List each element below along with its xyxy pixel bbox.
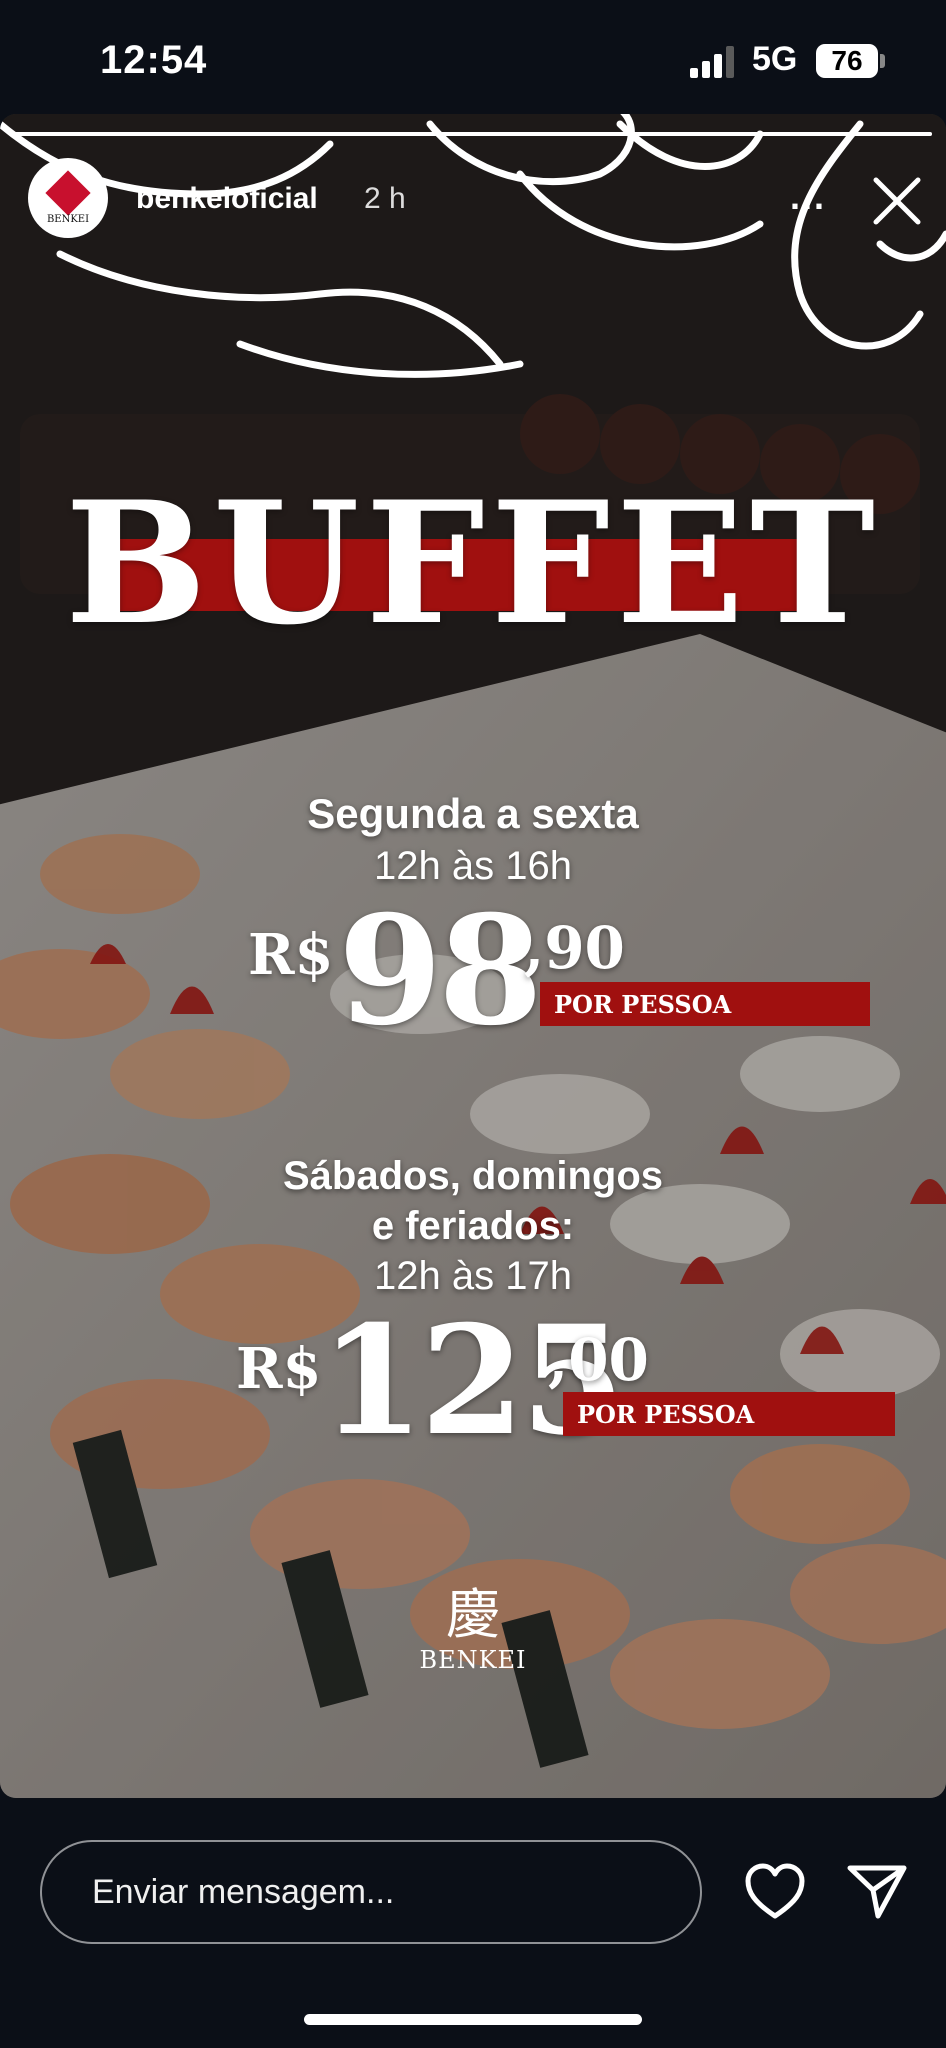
weekday-per-person-tag: POR PESSOA <box>540 982 870 1026</box>
svg-text:BENKEI: BENKEI <box>47 214 89 225</box>
battery-icon: 76 <box>816 44 878 78</box>
weekend-currency: R$ <box>236 1336 322 1402</box>
heart-icon[interactable] <box>744 1862 806 1922</box>
benkei-logo-icon: BENKEI <box>45 170 91 225</box>
benkei-logo-glyph: 慶 <box>446 1583 500 1646</box>
account-username[interactable]: benkeioficial <box>136 182 318 216</box>
signal-icon <box>690 46 734 78</box>
close-icon[interactable] <box>870 174 924 228</box>
weekday-price: 98 <box>338 883 543 1059</box>
send-icon[interactable] <box>846 1860 908 1922</box>
benkei-logo-name: BENKEI <box>419 1646 527 1674</box>
cloud-ornament <box>0 114 946 378</box>
status-time: 12:54 <box>100 38 208 82</box>
weekday-days: Segunda a sexta <box>307 790 639 837</box>
buffet-title: BUFFET <box>64 464 882 662</box>
weekend-cents: ,00 <box>548 1326 649 1394</box>
account-avatar[interactable]: BENKEI <box>28 158 108 238</box>
weekday-cents: ,90 <box>524 914 625 982</box>
home-indicator <box>304 2014 642 2025</box>
battery-tip <box>880 54 885 68</box>
weekend-days-line1: Sábados, domingos <box>282 1154 664 1198</box>
story-viewer[interactable]: BENKEI benkeioficial 2 h ... BUFFET Segu… <box>0 114 946 1798</box>
status-bar: 12:54 5G 76 <box>0 0 946 120</box>
send-message-input[interactable] <box>40 1840 702 1944</box>
story-progress-fill <box>14 132 932 136</box>
post-time: 2 h <box>364 182 406 215</box>
more-options-icon[interactable]: ... <box>790 176 826 218</box>
network-label: 5G <box>752 40 798 78</box>
story-progress-bar <box>14 132 932 136</box>
weekend-per-person-tag: POR PESSOA <box>563 1392 895 1436</box>
weekend-days-line2: e feriados: <box>371 1204 575 1248</box>
weekday-currency: R$ <box>248 922 334 988</box>
